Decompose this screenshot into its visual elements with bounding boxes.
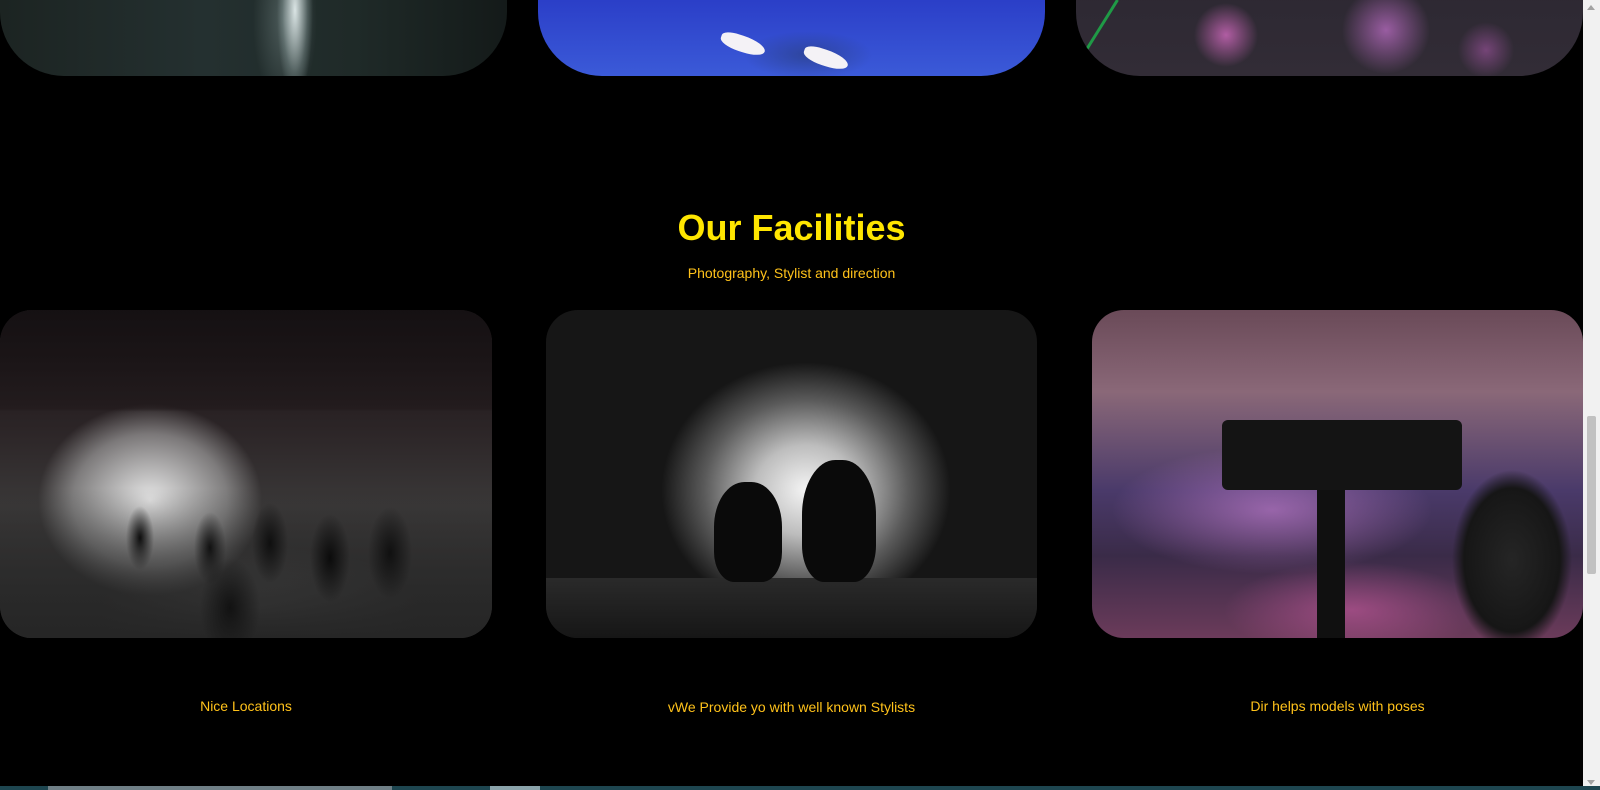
facility-image-studio — [0, 310, 492, 638]
facility-image-camera-operator — [1092, 310, 1583, 638]
facility-caption: Dir helps models with poses — [1250, 698, 1425, 714]
studio-crowd — [0, 488, 492, 638]
facilities-subtitle: Photography, Stylist and direction — [687, 265, 896, 281]
gallery-image-waterfall — [0, 0, 507, 76]
gallery-image-flowers — [1076, 0, 1583, 76]
shoe-shape — [801, 43, 851, 73]
scrollbar-thumb[interactable] — [1587, 416, 1596, 574]
chevron-down-icon[interactable] — [1587, 780, 1595, 785]
facility-caption: vWe Provide yo with well known Stylists — [667, 699, 916, 715]
taskbar-item[interactable] — [490, 786, 540, 790]
taskbar-strip — [0, 786, 1600, 790]
camera-rig — [1317, 490, 1345, 638]
taskbar-item[interactable] — [48, 786, 392, 790]
floor-shadow — [546, 578, 1037, 638]
facility-image-silhouette — [546, 310, 1037, 638]
facility-caption: Nice Locations — [200, 698, 292, 714]
camera-operator — [1422, 440, 1572, 638]
shoe-shape — [718, 29, 768, 59]
silhouette-figure — [802, 460, 876, 582]
facilities-title: Our Facilities — [677, 207, 906, 248]
camera-shape — [1222, 420, 1462, 490]
silhouette-figure — [714, 482, 782, 582]
flower-stem — [1076, 0, 1119, 76]
vertical-scrollbar[interactable] — [1583, 0, 1600, 790]
chevron-up-icon[interactable] — [1587, 5, 1595, 10]
gallery-image-heels — [538, 0, 1045, 76]
